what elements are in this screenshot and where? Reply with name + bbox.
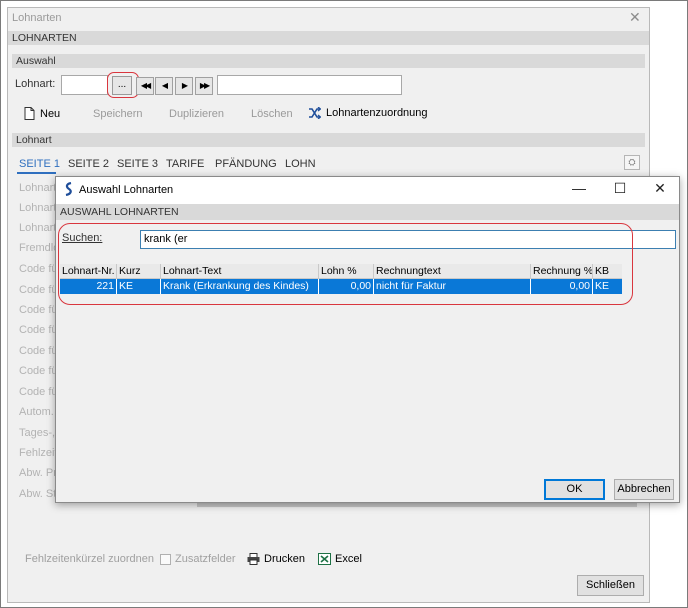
close-button[interactable]: Schließen xyxy=(577,575,644,596)
excel-icon xyxy=(318,553,331,565)
window-title: Lohnarten xyxy=(12,12,62,24)
dialog-close-icon[interactable]: ✕ xyxy=(650,180,670,197)
dialog-header: AUSWAHL LOHNARTEN xyxy=(56,204,679,220)
tab-pfaendung[interactable]: PFÄNDUNG xyxy=(215,158,277,170)
print-button[interactable]: Drucken xyxy=(247,553,305,565)
tab-seite-3[interactable]: SEITE 3 xyxy=(117,158,158,170)
form-label: Code fü xyxy=(19,304,58,316)
lohnart-input[interactable] xyxy=(61,75,108,95)
page-header: LOHNARTEN xyxy=(8,31,649,45)
active-tab-underline xyxy=(17,172,56,174)
printer-icon xyxy=(247,553,260,565)
excel-label: Excel xyxy=(335,553,362,565)
close-icon[interactable]: ✕ xyxy=(629,9,641,26)
next-record-button[interactable]: ▶ xyxy=(175,77,193,95)
dialog-title: Auswahl Lohnarten xyxy=(79,184,174,196)
auswahl-section: Auswahl xyxy=(12,54,645,68)
form-label: Code fü xyxy=(19,345,58,357)
form-label: Lohnart- xyxy=(19,202,60,214)
app-logo-icon xyxy=(63,181,75,197)
form-label: Autom. xyxy=(19,406,54,418)
tab-tarife[interactable]: TARIFE xyxy=(166,158,204,170)
minimize-icon[interactable]: — xyxy=(569,180,589,196)
form-label: Code fü xyxy=(19,284,58,296)
cancel-button[interactable]: Abbrechen xyxy=(614,479,674,500)
lohnart-label: Lohnart: xyxy=(15,78,56,90)
shuffle-icon xyxy=(309,107,321,119)
form-label: Fehlzeit xyxy=(19,447,58,459)
zusatzfelder-button[interactable]: Zusatzfelder xyxy=(160,553,236,565)
tab-lohn[interactable]: LOHN xyxy=(285,158,316,170)
form-label: Code fü xyxy=(19,324,58,336)
new-document-icon xyxy=(24,107,35,120)
maximize-icon[interactable]: ☐ xyxy=(610,180,630,197)
delete-button[interactable]: Löschen xyxy=(251,108,293,120)
form-label: Abw. St xyxy=(19,488,57,500)
excel-button[interactable]: Excel xyxy=(318,553,362,565)
new-button[interactable]: Neu xyxy=(24,107,60,120)
assignment-label: Lohnartenzuordnung xyxy=(326,107,428,119)
ok-button[interactable]: OK xyxy=(544,479,605,500)
assignment-button[interactable]: Lohnartenzuordnung xyxy=(308,107,428,119)
first-record-button[interactable]: ◀◀ xyxy=(136,77,154,95)
lohnart-name-field xyxy=(217,75,402,95)
tab-seite-1[interactable]: SEITE 1 xyxy=(19,158,60,170)
print-label: Drucken xyxy=(264,553,305,565)
form-label: Code fü xyxy=(19,263,58,275)
duplicate-button[interactable]: Duplizieren xyxy=(169,108,224,120)
lookup-button[interactable]: ... xyxy=(112,76,132,95)
zusatzfelder-label: Zusatzfelder xyxy=(175,553,236,565)
tab-seite-2[interactable]: SEITE 2 xyxy=(68,158,109,170)
form-label: Abw. Pr xyxy=(19,467,57,479)
last-record-button[interactable]: ▶▶ xyxy=(195,77,213,95)
save-button[interactable]: Speichern xyxy=(93,108,143,120)
form-label: Tages-, xyxy=(19,427,56,439)
new-label: Neu xyxy=(40,107,61,120)
previous-record-button[interactable]: ◀ xyxy=(155,77,173,95)
form-label: Code fü xyxy=(19,386,58,398)
checkbox-icon xyxy=(160,553,171,565)
highlight-ring xyxy=(58,223,633,305)
fehlzeiten-button[interactable]: Fehlzeitenkürzel zuordnen xyxy=(25,553,154,565)
form-label: Fremdlo xyxy=(19,242,60,254)
form-label: Code fü xyxy=(19,365,58,377)
scrollbar[interactable] xyxy=(197,503,637,507)
lohnart-section: Lohnart xyxy=(12,133,645,147)
settings-icon[interactable]: ⛭ xyxy=(624,155,640,170)
form-label: Lohnart xyxy=(19,182,57,194)
form-label: Lohnart- xyxy=(19,222,60,234)
